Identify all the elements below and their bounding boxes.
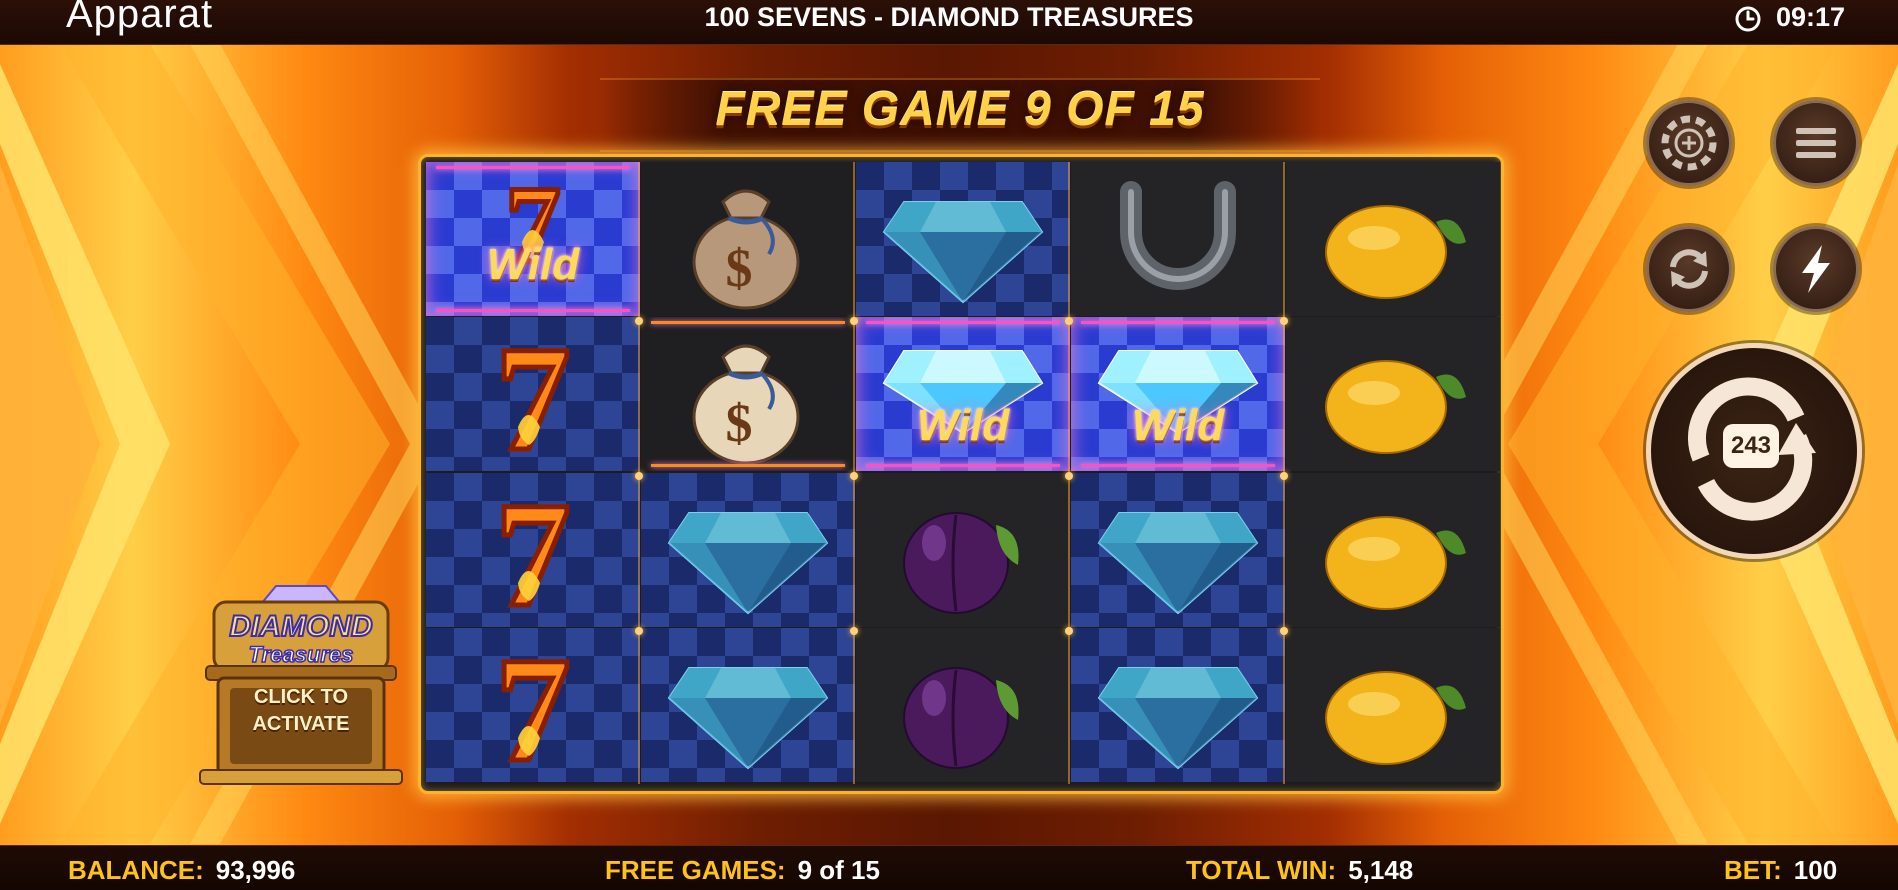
win-highlight-line bbox=[866, 464, 1060, 467]
svg-text:$: $ bbox=[726, 393, 753, 453]
payline-dot bbox=[1065, 317, 1073, 325]
diamond-symbol bbox=[856, 162, 1070, 316]
chest-activate-text[interactable]: CLICK TO ACTIVATE bbox=[226, 684, 376, 738]
lemon-symbol bbox=[1286, 628, 1500, 782]
bet-label: BET: bbox=[1724, 855, 1782, 885]
top-bar: Apparat 100 SEVENS - DIAMOND TREASURES 0… bbox=[0, 0, 1898, 45]
svg-text:7: 7 bbox=[496, 317, 571, 471]
chip-icon bbox=[1661, 115, 1717, 171]
clock-icon bbox=[1735, 6, 1761, 32]
seven-symbol: 7 bbox=[426, 317, 640, 471]
clock-time: 09:17 bbox=[1776, 2, 1846, 32]
payline-dot bbox=[1280, 317, 1288, 325]
payline-dot bbox=[1065, 472, 1073, 480]
ways-count-badge: 243 bbox=[1723, 424, 1779, 468]
autoplay-icon bbox=[1670, 249, 1708, 289]
payline-dot bbox=[1280, 472, 1288, 480]
payline-dot bbox=[635, 627, 643, 635]
diamond-symbol bbox=[1071, 628, 1285, 782]
reel-5 bbox=[1286, 162, 1500, 784]
wild-diamond-symbol: Wild bbox=[1071, 317, 1285, 471]
payline-dot bbox=[850, 472, 858, 480]
win-highlight-line bbox=[866, 321, 1060, 324]
payline-dot bbox=[1280, 627, 1288, 635]
reel-1: 7 Wild 7 7 7 bbox=[426, 162, 640, 784]
win-highlight-line bbox=[436, 309, 630, 312]
wild-label: Wild bbox=[486, 240, 580, 289]
payline-dot bbox=[1065, 627, 1073, 635]
money-bag-highlight-symbol: $ bbox=[641, 317, 855, 471]
win-highlight-line bbox=[1081, 464, 1275, 467]
total-win-value: 5,148 bbox=[1348, 855, 1414, 885]
svg-text:$: $ bbox=[726, 238, 753, 298]
balance-display: BALANCE: 93,996 bbox=[68, 855, 295, 886]
total-win-label: TOTAL WIN: bbox=[1186, 855, 1337, 885]
balance-value: 93,996 bbox=[215, 855, 296, 885]
diamond-symbol bbox=[641, 473, 855, 627]
wild-label: Wild bbox=[916, 401, 1010, 450]
lemon-symbol bbox=[1286, 317, 1500, 471]
menu-button[interactable] bbox=[1773, 100, 1859, 186]
payline-dot bbox=[635, 317, 643, 325]
total-win-display: TOTAL WIN: 5,148 bbox=[1186, 855, 1413, 886]
reel-3: Wild bbox=[856, 162, 1070, 784]
reel-4: Wild bbox=[1071, 162, 1285, 784]
svg-text:7: 7 bbox=[496, 473, 571, 627]
seven-symbol: 7 bbox=[426, 473, 640, 627]
lemon-symbol bbox=[1286, 162, 1500, 316]
win-highlight-line bbox=[651, 321, 845, 324]
plum-symbol bbox=[856, 628, 1070, 782]
turbo-button[interactable] bbox=[1773, 226, 1859, 312]
win-highlight-line bbox=[436, 166, 630, 169]
bet-display: BET: 100 bbox=[1724, 855, 1837, 886]
horseshoe-symbol bbox=[1071, 162, 1285, 316]
win-highlight-line bbox=[651, 464, 845, 467]
turbo-icon bbox=[1802, 245, 1830, 293]
payline-dot bbox=[850, 627, 858, 635]
free-game-banner-text: FREE GAME 9 OF 15 bbox=[715, 83, 1205, 136]
bet-value: 100 bbox=[1793, 855, 1838, 885]
payline-dot bbox=[635, 472, 643, 480]
reel-2: $ $ bbox=[641, 162, 855, 784]
svg-text:7: 7 bbox=[496, 628, 571, 782]
wild-label: Wild bbox=[1131, 401, 1225, 450]
wild-seven-symbol: 7 Wild bbox=[426, 162, 640, 316]
menu-icon bbox=[1796, 128, 1836, 158]
diamond-symbol bbox=[1071, 473, 1285, 627]
chest-cta-line2: ACTIVATE bbox=[252, 713, 350, 735]
win-highlight-line bbox=[1081, 321, 1275, 324]
plum-symbol bbox=[856, 473, 1070, 627]
autoplay-button[interactable] bbox=[1646, 226, 1732, 312]
diamond-symbol bbox=[641, 628, 855, 782]
seven-symbol: 7 bbox=[426, 628, 640, 782]
reels-area: 7 Wild 7 7 7 $ $ Wild Wild bbox=[418, 154, 1504, 794]
free-games-display: FREE GAMES: 9 of 15 bbox=[605, 855, 880, 886]
money-bag-symbol: $ bbox=[641, 162, 855, 316]
lemon-symbol bbox=[1286, 473, 1500, 627]
game-title: 100 SEVENS - DIAMOND TREASURES bbox=[704, 2, 1194, 32]
balance-label: BALANCE: bbox=[68, 855, 204, 885]
chest-cta-line1: CLICK TO bbox=[253, 686, 349, 708]
chest-title-line1: DIAMOND bbox=[229, 610, 372, 643]
free-games-label: FREE GAMES: bbox=[605, 855, 786, 885]
free-games-value: 9 of 15 bbox=[797, 855, 880, 885]
payline-dot bbox=[850, 317, 858, 325]
wild-diamond-symbol: Wild bbox=[856, 317, 1070, 471]
chip-button[interactable] bbox=[1646, 100, 1732, 186]
chest-title-line2: Treasures bbox=[249, 642, 354, 667]
